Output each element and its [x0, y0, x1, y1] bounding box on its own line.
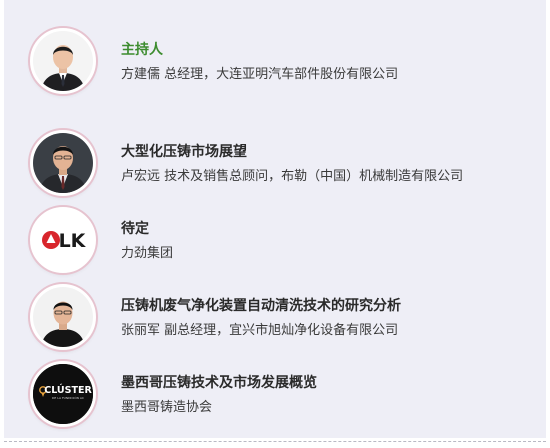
cluster-logo-text: CLÚSTER	[44, 384, 92, 396]
speaker-title: 主持人	[121, 42, 163, 58]
speaker-title: 大型化压铸市场展望	[121, 144, 247, 160]
speaker-subtitle: 卢宏远 技术及销售总顾问，布勒（中国）机械制造有限公司	[121, 169, 464, 184]
speaker-item-host: 主持人 方建儒 总经理，大连亚明汽车部件股份有限公司	[4, 28, 546, 98]
speaker-title: 墨西哥压铸技术及市场发展概览	[121, 375, 317, 391]
cluster-logo: CLÚSTER DE LA FUNDICIÓN AC	[30, 361, 96, 427]
speaker-photo	[30, 28, 96, 94]
speaker-subtitle: 张丽军 副总经理，宜兴市旭灿净化设备有限公司	[121, 323, 399, 338]
cluster-logo-icon: CLÚSTER DE LA FUNDICIÓN AC	[33, 364, 93, 424]
speaker-panel: 主持人 方建儒 总经理，大连亚明汽车部件股份有限公司 大型化压铸市场展望 卢宏远…	[4, 0, 546, 438]
lk-logo-text: LK	[59, 230, 87, 252]
portrait-icon	[33, 287, 93, 347]
speaker-item-3: LK 待定 力劲集团	[4, 207, 546, 277]
speaker-subtitle: 力劲集团	[121, 246, 174, 261]
speaker-subtitle: 方建儒 总经理，大连亚明汽车部件股份有限公司	[121, 67, 399, 82]
speaker-title: 待定	[121, 221, 149, 237]
cluster-logo-subtext: DE LA FUNDICIÓN AC	[52, 395, 84, 400]
lk-logo-icon: LK	[33, 210, 93, 270]
bottom-divider	[4, 441, 546, 442]
speaker-photo	[30, 284, 96, 350]
speaker-photo	[30, 130, 96, 196]
portrait-icon	[33, 31, 93, 91]
speaker-item-4: 压铸机废气净化装置自动清洗技术的研究分析 张丽军 副总经理，宜兴市旭灿净化设备有…	[4, 284, 546, 354]
speaker-item-5: CLÚSTER DE LA FUNDICIÓN AC 墨西哥压铸技术及市场发展概…	[4, 361, 546, 431]
speaker-item-2: 大型化压铸市场展望 卢宏远 技术及销售总顾问，布勒（中国）机械制造有限公司	[4, 130, 546, 200]
lk-logo: LK	[30, 207, 96, 273]
speaker-title: 压铸机废气净化装置自动清洗技术的研究分析	[121, 298, 401, 314]
speaker-subtitle: 墨西哥铸造协会	[121, 400, 213, 415]
portrait-icon	[33, 133, 93, 193]
